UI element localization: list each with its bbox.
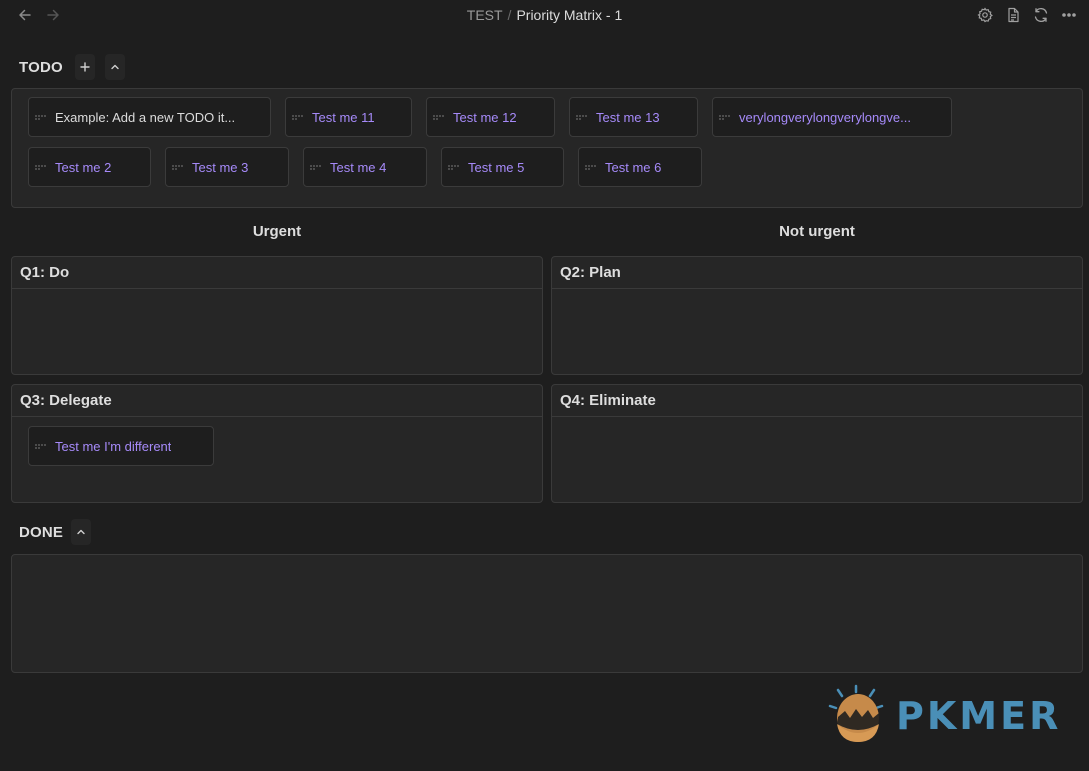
todo-card[interactable]: Test me 11 bbox=[285, 97, 412, 137]
quadrant-title: Q2: Plan bbox=[552, 257, 1082, 289]
todo-panel: Example: Add a new TODO it... Test me 11… bbox=[11, 88, 1083, 208]
quadrant-q3[interactable]: Q3: Delegate Test me I'm different bbox=[11, 384, 543, 503]
todo-card[interactable]: Example: Add a new TODO it... bbox=[28, 97, 271, 137]
document-icon bbox=[1008, 7, 1019, 23]
todo-card[interactable]: Test me 6 bbox=[578, 147, 702, 187]
todo-card[interactable]: Test me 4 bbox=[303, 147, 427, 187]
drag-handle-icon[interactable] bbox=[310, 164, 322, 170]
pkmer-egg-icon bbox=[828, 684, 884, 742]
todo-card-label: Test me 6 bbox=[605, 159, 662, 175]
not-urgent-column-header: Not urgent bbox=[779, 223, 855, 240]
done-title: DONE bbox=[19, 523, 64, 541]
drag-handle-icon[interactable] bbox=[172, 164, 184, 170]
todo-card[interactable]: verylongverylongverylongve... bbox=[712, 97, 952, 137]
more-horizontal-icon bbox=[1062, 13, 1076, 17]
title-bar: TEST / Priority Matrix - 1 bbox=[0, 0, 1089, 30]
collapse-done-button[interactable] bbox=[71, 519, 92, 545]
todo-card-label: Test me 4 bbox=[330, 159, 387, 175]
todo-card-label: Test me 11 bbox=[312, 109, 375, 125]
task-card[interactable]: Test me I'm different bbox=[28, 426, 214, 466]
more-options-button[interactable] bbox=[1059, 5, 1079, 25]
task-card-label: Test me I'm different bbox=[55, 438, 172, 454]
todo-card[interactable]: Test me 2 bbox=[28, 147, 151, 187]
done-header: DONE bbox=[19, 519, 92, 545]
todo-card[interactable]: Test me 5 bbox=[441, 147, 564, 187]
quadrant-title: Q1: Do bbox=[12, 257, 542, 289]
breadcrumb-separator: / bbox=[507, 7, 512, 23]
breadcrumb-parent[interactable]: TEST bbox=[467, 7, 503, 23]
chevron-up-icon bbox=[77, 529, 85, 535]
quadrant-title: Q3: Delegate bbox=[12, 385, 542, 417]
drag-handle-icon[interactable] bbox=[585, 164, 597, 170]
todo-card-label: Test me 12 bbox=[453, 109, 517, 125]
todo-card-label: Example: Add a new TODO it... bbox=[55, 109, 236, 125]
quadrant-title: Q4: Eliminate bbox=[552, 385, 1082, 417]
todo-card-label: verylongverylongverylongve... bbox=[739, 109, 911, 125]
drag-handle-icon[interactable] bbox=[576, 114, 588, 120]
done-panel[interactable] bbox=[11, 554, 1083, 673]
chevron-up-icon bbox=[111, 64, 119, 70]
todo-card-label: Test me 3 bbox=[192, 159, 249, 175]
urgent-column-header: Urgent bbox=[252, 223, 302, 240]
todo-card[interactable]: Test me 3 bbox=[165, 147, 289, 187]
drag-handle-icon[interactable] bbox=[35, 443, 47, 449]
drag-handle-icon[interactable] bbox=[448, 164, 460, 170]
refresh-icon bbox=[1034, 7, 1048, 23]
plus-icon bbox=[80, 62, 90, 72]
quadrant-q1[interactable]: Q1: Do bbox=[11, 256, 543, 375]
drag-handle-icon[interactable] bbox=[719, 114, 731, 120]
drag-handle-icon[interactable] bbox=[35, 164, 47, 170]
drag-handle-icon[interactable] bbox=[35, 114, 47, 120]
settings-button[interactable] bbox=[975, 5, 995, 25]
todo-card-label: Test me 5 bbox=[468, 159, 525, 175]
refresh-button[interactable] bbox=[1031, 5, 1051, 25]
pkmer-logo: PKMER bbox=[826, 684, 1071, 746]
breadcrumb-current[interactable]: Priority Matrix - 1 bbox=[516, 7, 622, 23]
gear-icon bbox=[977, 7, 993, 23]
watermark-text: PKMER bbox=[896, 694, 1062, 738]
drag-handle-icon[interactable] bbox=[433, 114, 445, 120]
todo-card-label: Test me 2 bbox=[55, 159, 112, 175]
drag-handle-icon[interactable] bbox=[292, 114, 304, 120]
todo-header: TODO bbox=[19, 54, 125, 80]
todo-card[interactable]: Test me 13 bbox=[569, 97, 698, 137]
document-button[interactable] bbox=[1003, 5, 1023, 25]
todo-title: TODO bbox=[19, 58, 63, 76]
todo-card-label: Test me 13 bbox=[596, 109, 660, 125]
breadcrumb: TEST / Priority Matrix - 1 bbox=[0, 6, 1089, 24]
quadrant-q2[interactable]: Q2: Plan bbox=[551, 256, 1083, 375]
add-todo-button[interactable] bbox=[74, 54, 95, 80]
todo-card[interactable]: Test me 12 bbox=[426, 97, 555, 137]
quadrant-q4[interactable]: Q4: Eliminate bbox=[551, 384, 1083, 503]
collapse-todo-button[interactable] bbox=[104, 54, 125, 80]
